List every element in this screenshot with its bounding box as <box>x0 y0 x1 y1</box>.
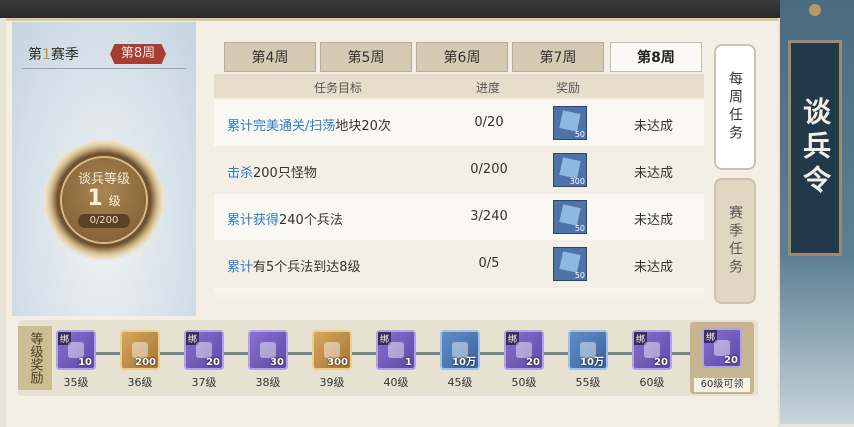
task-goal: 击杀200只怪物 <box>227 166 317 181</box>
final-reward[interactable]: 绑 20 60级可领 <box>690 322 754 394</box>
level-label: 谈兵等级 <box>77 172 130 187</box>
tab-week-8[interactable]: 第8周 <box>610 42 702 72</box>
tab-week-5[interactable]: 第5周 <box>320 42 412 72</box>
task-status: 未达成 <box>634 260 674 275</box>
reward-item[interactable]: 50 <box>553 200 587 234</box>
reward-level: 39级 <box>319 376 345 389</box>
header-reward: 奖励 <box>556 81 581 95</box>
task-row: 累计有5个兵法到达8级 0/5 50 未达成 <box>214 241 704 287</box>
reward-item-60[interactable]: 绑 20 <box>632 330 672 370</box>
scroll-icon <box>559 204 581 226</box>
crystal-icon <box>196 342 212 358</box>
task-progress: 0/5 <box>478 256 500 271</box>
divider <box>22 68 186 69</box>
task-table-header: 任务目标 进度 奖励 <box>214 74 704 98</box>
tab-week-6[interactable]: 第6周 <box>416 42 508 72</box>
crystal-icon <box>714 340 730 356</box>
task-goal: 累计有5个兵法到达8级 <box>227 260 361 275</box>
weekly-tasks-tab[interactable]: 每周任务 <box>714 44 756 170</box>
task-status: 未达成 <box>634 213 674 228</box>
final-reward-label: 60级可领 <box>694 378 750 392</box>
task-status: 未达成 <box>634 166 674 181</box>
header-goal: 任务目标 <box>314 81 363 95</box>
reward-level: 36级 <box>127 376 153 389</box>
crystal-icon <box>644 342 660 358</box>
level-value: 1级 <box>87 186 121 211</box>
task-row: 累计完美通关/扫荡地块20次 0/20 50 未达成 <box>214 100 704 146</box>
season-title: 第1赛季 <box>28 47 79 63</box>
header-progress: 进度 <box>476 81 501 95</box>
season-tasks-tab[interactable]: 赛季任务 <box>714 178 756 304</box>
coin-icon <box>324 342 340 358</box>
reward-item[interactable]: 50 <box>553 247 587 281</box>
banner-title: 谈兵令 <box>788 40 842 256</box>
medal-icon <box>260 342 276 358</box>
task-progress: 0/20 <box>474 115 504 130</box>
chest-icon <box>68 342 84 358</box>
reward-level: 38级 <box>255 376 281 389</box>
level-progress: 0/200 <box>78 214 130 228</box>
reward-item-35[interactable]: 绑 10 <box>56 330 96 370</box>
reward-level: 35级 <box>63 376 89 389</box>
reward-level: 45级 <box>447 376 473 389</box>
tab-week-7[interactable]: 第7周 <box>512 42 604 72</box>
task-status: 未达成 <box>634 119 674 134</box>
scroll-icon <box>559 110 581 132</box>
reward-item-38[interactable]: 30 <box>248 330 288 370</box>
reward-item-39[interactable]: 300 <box>312 330 352 370</box>
reward-item-36[interactable]: 200 <box>120 330 160 370</box>
crystal-icon <box>516 342 532 358</box>
task-row: 击杀200只怪物 0/200 300 未达成 <box>214 147 704 193</box>
task-progress: 0/200 <box>470 162 508 177</box>
reward-item-40[interactable]: 绑1 <box>376 330 416 370</box>
coin-icon <box>132 342 148 358</box>
task-goal: 累计获得240个兵法 <box>227 213 343 228</box>
scroll-icon <box>559 157 581 179</box>
reward-item-55[interactable]: 10万 <box>568 330 608 370</box>
reward-item[interactable]: 50 <box>553 106 587 140</box>
level-reward-label: 等级奖励 <box>18 326 52 390</box>
task-progress: 3/240 <box>470 209 508 224</box>
reward-item[interactable]: 300 <box>553 153 587 187</box>
pin-icon <box>809 4 821 16</box>
tab-week-4[interactable]: 第4周 <box>224 42 316 72</box>
reward-level: 60级 <box>639 376 665 389</box>
reward-level: 55级 <box>575 376 601 389</box>
final-reward-item[interactable]: 绑 20 <box>702 328 742 368</box>
ticket-icon <box>388 342 404 358</box>
task-goal: 累计完美通关/扫荡地块20次 <box>227 119 391 134</box>
reward-level: 37级 <box>191 376 217 389</box>
task-row: 累计获得240个兵法 3/240 50 未达成 <box>214 194 704 240</box>
reward-item-45[interactable]: 10万 <box>440 330 480 370</box>
current-week-badge: 第8周 <box>110 44 166 64</box>
reward-level: 40级 <box>383 376 409 389</box>
task-list-fade <box>214 288 704 300</box>
scroll-icon <box>559 251 581 273</box>
reward-item-50[interactable]: 绑 20 <box>504 330 544 370</box>
reward-level: 50级 <box>511 376 537 389</box>
reward-item-37[interactable]: 绑 20 <box>184 330 224 370</box>
